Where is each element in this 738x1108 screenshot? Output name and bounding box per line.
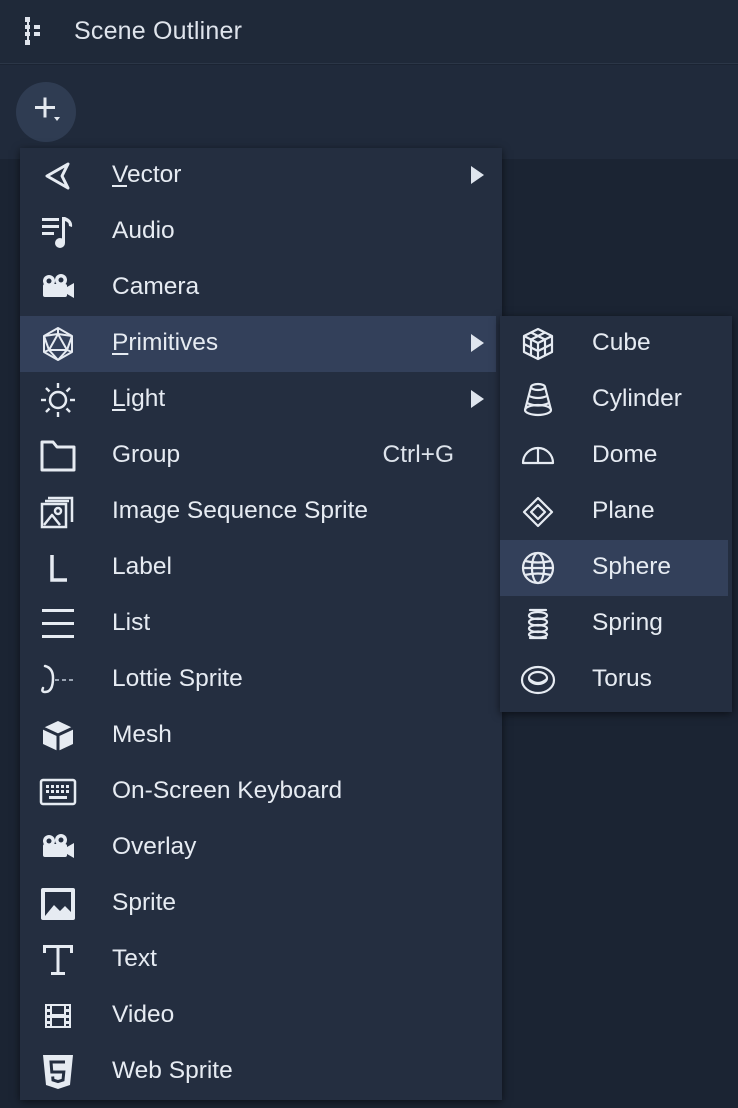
image-icon xyxy=(38,886,78,922)
folder-icon xyxy=(38,438,78,474)
submenu-item-label: Plane xyxy=(592,497,655,524)
menu-item-image-sequence-sprite[interactable]: Image Sequence Sprite xyxy=(20,484,496,540)
menu-item-label: Light xyxy=(112,385,166,412)
lottie-icon xyxy=(38,662,78,698)
outliner-icon xyxy=(22,15,50,49)
menu-item-label[interactable]: Label xyxy=(20,540,496,596)
cylinder-icon xyxy=(518,382,558,418)
primitives-submenu: Cube Cylinder Dome Plane Sphere Spring T… xyxy=(500,316,732,712)
primitives-icon xyxy=(38,326,78,362)
menu-item-light[interactable]: Light xyxy=(20,372,496,428)
outliner-tree-area xyxy=(0,159,16,1108)
menu-item-sprite[interactable]: Sprite xyxy=(20,876,496,932)
submenu-item-torus[interactable]: Torus xyxy=(500,652,728,708)
menu-item-camera[interactable]: Camera xyxy=(20,260,496,316)
submenu-item-label: Cube xyxy=(592,329,651,356)
submenu-item-label: Spring xyxy=(592,609,663,636)
submenu-item-cylinder[interactable]: Cylinder xyxy=(500,372,728,428)
menu-item-video[interactable]: Video xyxy=(20,988,496,1044)
menu-item-label: On-Screen Keyboard xyxy=(112,777,343,804)
menu-item-label: Primitives xyxy=(112,329,219,356)
submenu-item-sphere[interactable]: Sphere xyxy=(500,540,728,596)
shortcut-label: Ctrl+G xyxy=(382,441,454,468)
menu-item-label: Video xyxy=(112,1001,175,1028)
menu-item-label-text: Label xyxy=(112,553,172,580)
camera-icon xyxy=(38,270,78,306)
menu-item-primitives[interactable]: Primitives xyxy=(20,316,496,372)
text-icon xyxy=(38,942,78,978)
menu-item-on-screen-keyboard[interactable]: On-Screen Keyboard xyxy=(20,764,496,820)
submenu-item-cube[interactable]: Cube xyxy=(500,316,728,372)
mesh-icon xyxy=(38,718,78,754)
html5-icon xyxy=(38,1054,78,1090)
menu-item-label: Web Sprite xyxy=(112,1057,233,1084)
list-icon xyxy=(38,606,78,642)
video-icon xyxy=(38,998,78,1034)
submenu-arrow-icon xyxy=(471,166,484,184)
submenu-item-label: Cylinder xyxy=(592,385,682,412)
menu-item-group[interactable]: Group Ctrl+G xyxy=(20,428,496,484)
menu-item-label: Vector xyxy=(112,161,182,188)
submenu-item-label: Sphere xyxy=(592,553,672,580)
submenu-item-spring[interactable]: Spring xyxy=(500,596,728,652)
label-icon xyxy=(38,550,78,586)
menu-item-label: Lottie Sprite xyxy=(112,665,243,692)
dome-icon xyxy=(518,438,558,474)
add-object-button[interactable] xyxy=(16,82,76,142)
plane-icon xyxy=(518,494,558,530)
submenu-arrow-icon xyxy=(471,390,484,408)
audio-icon xyxy=(38,214,78,250)
menu-item-web-sprite[interactable]: Web Sprite xyxy=(20,1044,496,1100)
vector-icon xyxy=(38,158,78,194)
outliner-toolbar xyxy=(0,65,738,159)
menu-item-label: Image Sequence Sprite xyxy=(112,497,369,524)
menu-item-label: Text xyxy=(112,945,157,972)
spring-icon xyxy=(518,606,558,642)
menu-item-label: Audio xyxy=(112,217,175,244)
menu-item-label: List xyxy=(112,609,151,636)
keyboard-icon xyxy=(38,774,78,810)
menu-item-label: Sprite xyxy=(112,889,177,916)
submenu-arrow-icon xyxy=(471,334,484,352)
menu-item-audio[interactable]: Audio xyxy=(20,204,496,260)
menu-item-label: Camera xyxy=(112,273,200,300)
menu-item-list[interactable]: List xyxy=(20,596,496,652)
panel-title: Scene Outliner xyxy=(74,17,243,45)
light-icon xyxy=(38,382,78,418)
title-bar: Scene Outliner xyxy=(0,0,738,64)
plus-dropdown-icon xyxy=(29,93,63,132)
menu-item-vector[interactable]: Vector xyxy=(20,148,496,204)
menu-item-text[interactable]: Text xyxy=(20,932,496,988)
add-object-menu: Vector Audio Camera Primitives Light Gro… xyxy=(20,148,502,1100)
submenu-item-dome[interactable]: Dome xyxy=(500,428,728,484)
menu-item-lottie-sprite[interactable]: Lottie Sprite xyxy=(20,652,496,708)
torus-icon xyxy=(518,662,558,698)
cube-icon xyxy=(518,326,558,362)
menu-item-label: Overlay xyxy=(112,833,197,860)
submenu-item-label: Dome xyxy=(592,441,658,468)
menu-item-mesh[interactable]: Mesh xyxy=(20,708,496,764)
sphere-icon xyxy=(518,550,558,586)
submenu-item-plane[interactable]: Plane xyxy=(500,484,728,540)
submenu-item-label: Torus xyxy=(592,665,652,692)
overlay-icon xyxy=(38,830,78,866)
image-sequence-icon xyxy=(38,494,78,530)
menu-item-label: Mesh xyxy=(112,721,172,748)
menu-item-label: Group xyxy=(112,441,181,468)
menu-item-overlay[interactable]: Overlay xyxy=(20,820,496,876)
